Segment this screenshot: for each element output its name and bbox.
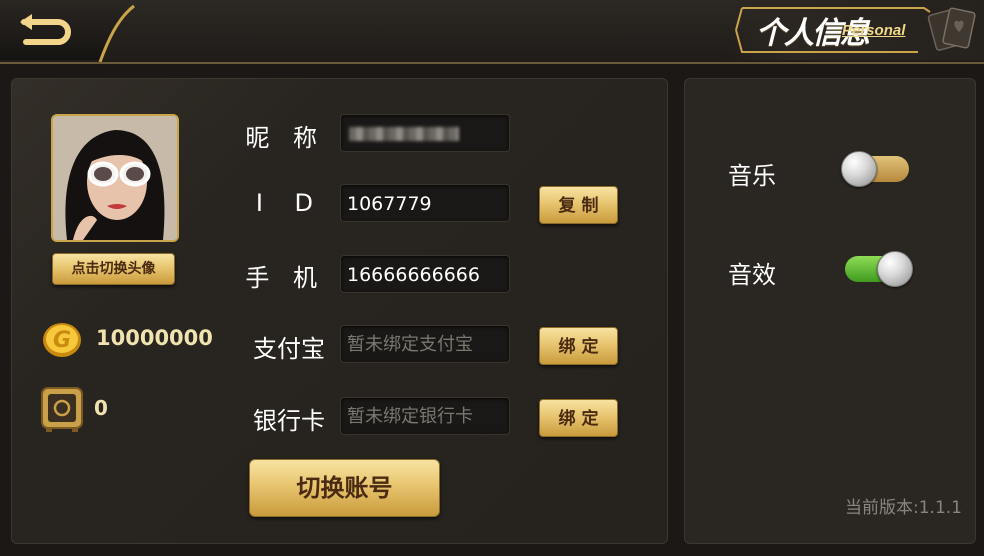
page-title-badge: 个人信息 Personal bbox=[726, 0, 984, 60]
change-avatar-button[interactable]: 点击切换头像 bbox=[52, 253, 175, 285]
phone-label: 手 机 bbox=[245, 264, 325, 292]
bank-label: 银行卡 bbox=[253, 407, 325, 435]
copy-id-button[interactable]: 复制 bbox=[539, 186, 618, 224]
svg-text:G: G bbox=[53, 328, 71, 353]
toggle-knob bbox=[877, 251, 913, 287]
gold-coin-icon: G bbox=[43, 323, 81, 357]
bind-bank-button[interactable]: 绑定 bbox=[539, 399, 618, 437]
music-toggle[interactable] bbox=[841, 151, 909, 187]
bind-alipay-button[interactable]: 绑定 bbox=[539, 327, 618, 365]
safe-balance: 0 bbox=[94, 396, 108, 420]
avatar-portrait bbox=[53, 116, 177, 240]
page-title-english: Personal bbox=[842, 22, 906, 39]
switch-account-button[interactable]: 切换账号 bbox=[249, 459, 440, 517]
settings-panel bbox=[684, 78, 976, 544]
nickname-field bbox=[340, 114, 510, 152]
alipay-label: 支付宝 bbox=[253, 335, 325, 363]
alipay-field: 暂未绑定支付宝 bbox=[340, 325, 510, 363]
id-field: 1067779 bbox=[340, 184, 510, 222]
version-text: 当前版本:1.1.1 bbox=[845, 498, 962, 518]
safe-box-icon bbox=[41, 387, 83, 432]
top-bar: 个人信息 Personal bbox=[0, 0, 984, 64]
sound-effects-toggle[interactable] bbox=[845, 251, 913, 287]
music-label: 音乐 bbox=[728, 162, 776, 190]
nickname-redacted bbox=[349, 127, 459, 141]
back-arrow-icon bbox=[20, 14, 71, 45]
nickname-label: 昵 称 bbox=[245, 124, 325, 152]
coin-balance: 10000000 bbox=[96, 326, 213, 350]
toggle-knob bbox=[841, 151, 877, 187]
avatar[interactable] bbox=[51, 114, 179, 242]
phone-field: 16666666666 bbox=[340, 255, 510, 293]
header-divider bbox=[98, 4, 135, 62]
sound-effects-label: 音效 bbox=[728, 261, 776, 289]
id-label: I D bbox=[255, 189, 325, 217]
playing-cards-icon bbox=[927, 7, 976, 51]
bank-card-field: 暂未绑定银行卡 bbox=[340, 397, 510, 435]
